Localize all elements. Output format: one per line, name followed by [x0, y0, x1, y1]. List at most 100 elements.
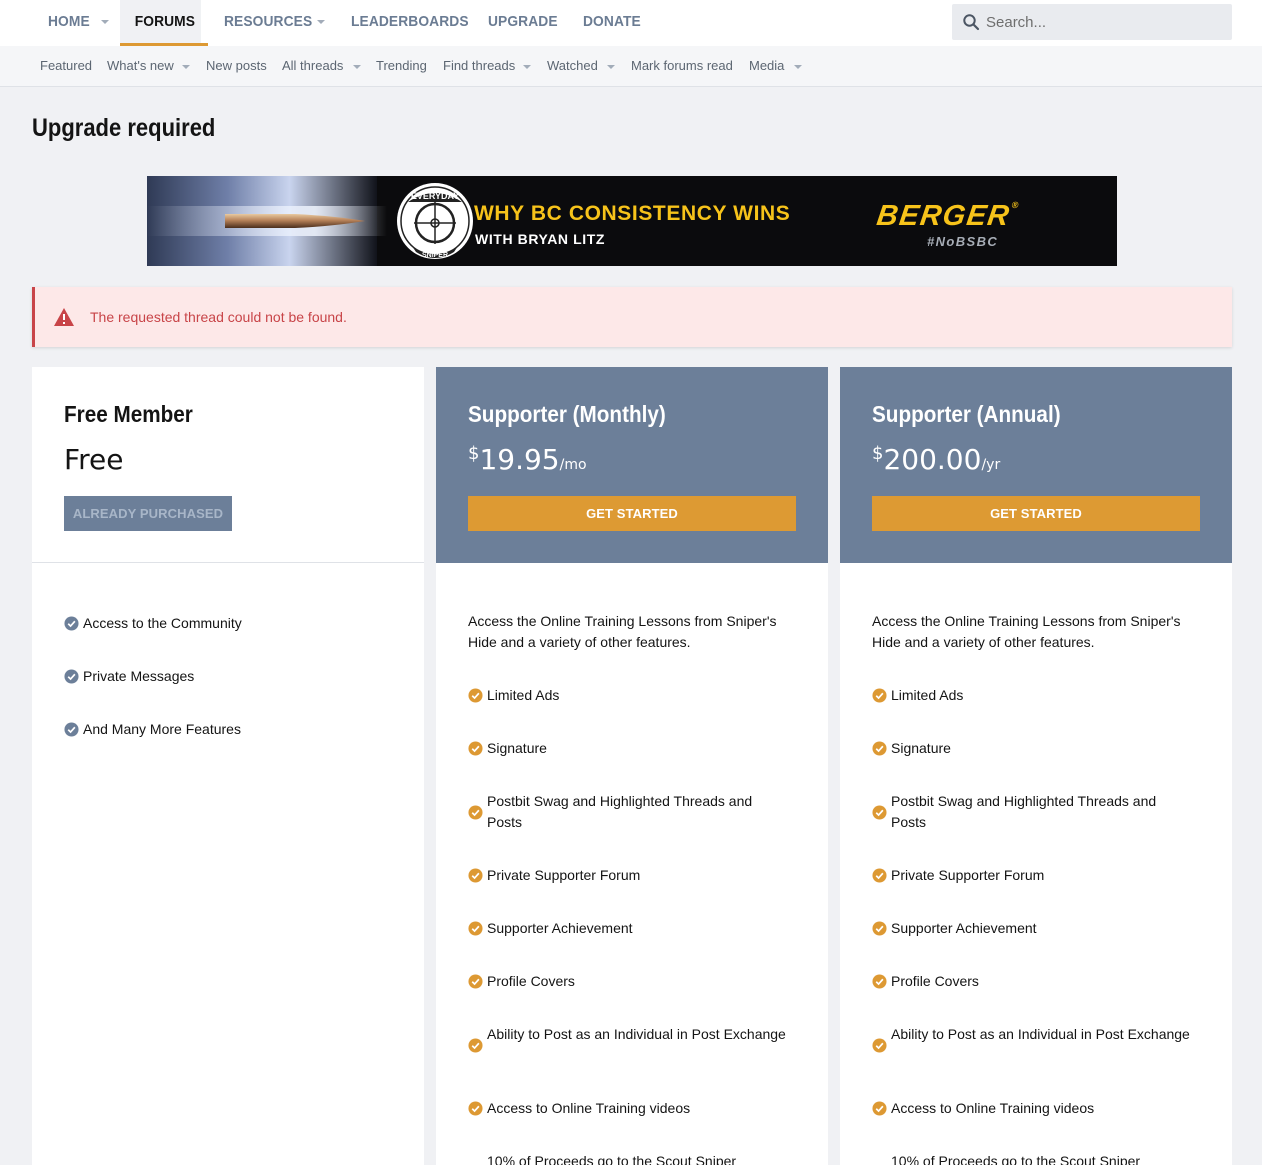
error-message: The requested thread could not be found. — [90, 309, 347, 325]
price-free-text: Free — [64, 443, 124, 476]
badge-top-text: EVERYDAY — [411, 191, 459, 201]
home-menu-caret-icon[interactable] — [101, 20, 109, 24]
advertisement-banner[interactable]: EVERYDAY SNIPER WHY BC CONSISTENCY WINS … — [147, 176, 1117, 266]
check-circle-icon — [468, 974, 483, 989]
subnav-watched[interactable]: Watched — [547, 46, 598, 86]
tab-donate[interactable]: DONATE — [583, 0, 641, 46]
tab-home[interactable]: HOME — [48, 0, 90, 46]
subnav-mark-forums-read[interactable]: Mark forums read — [631, 46, 733, 86]
feature-text: Profile Covers — [891, 973, 979, 989]
tab-forums[interactable]: FORUMS — [120, 0, 201, 46]
plan-card-free: Free Member Free ALREADY PURCHASED Acces… — [32, 367, 424, 1165]
price-currency: $ — [872, 443, 884, 464]
feature-text: Private Supporter Forum — [487, 867, 641, 883]
check-circle-icon — [872, 921, 887, 936]
search-box[interactable] — [952, 4, 1232, 40]
brand-name: BERGER — [874, 200, 1013, 232]
sub-navigation: Featured What's new New posts All thread… — [0, 46, 1262, 87]
feature-text: Signature — [891, 740, 951, 756]
plan-price: $200.00/yr — [872, 443, 1000, 476]
plan-card-monthly: Supporter (Monthly) $19.95/mo GET STARTE… — [436, 367, 828, 1165]
registered-mark-icon: ® — [1010, 200, 1020, 210]
tab-upgrade[interactable]: UPGRADE — [488, 0, 558, 46]
tab-leaderboards[interactable]: LEADERBOARDS — [351, 0, 469, 46]
search-icon[interactable] — [962, 13, 980, 31]
feature-text: Postbit Swag and Highlighted Threads and… — [487, 793, 753, 830]
plan-card-annual: Supporter (Annual) $200.00/yr GET STARTE… — [840, 367, 1232, 1165]
check-circle-icon — [468, 805, 483, 820]
media-caret-icon[interactable] — [794, 65, 802, 69]
feature-text: Limited Ads — [487, 687, 560, 703]
search-input[interactable] — [986, 4, 1222, 40]
feature-text: Access to Online Training videos — [487, 1100, 691, 1116]
already-purchased-button: ALREADY PURCHASED — [64, 496, 232, 531]
check-circle-icon — [872, 1038, 887, 1053]
plan-description: Access the Online Training Lessons from … — [872, 613, 1181, 650]
feature-text: Ability to Post as an Individual in Post… — [487, 1026, 786, 1042]
subnav-trending[interactable]: Trending — [376, 46, 427, 86]
check-circle-icon — [468, 1038, 483, 1053]
warning-icon — [54, 308, 74, 326]
check-circle-icon — [872, 868, 887, 883]
price-currency: $ — [468, 443, 480, 464]
feature-text: Access to the Community — [83, 615, 242, 631]
page-title: Upgrade required — [32, 114, 216, 142]
feature-text: Postbit Swag and Highlighted Threads and… — [891, 793, 1157, 830]
tab-resources[interactable]: RESOURCES — [224, 0, 312, 46]
watched-caret-icon[interactable] — [607, 65, 615, 69]
check-circle-icon — [872, 741, 887, 756]
subnav-media[interactable]: Media — [749, 46, 784, 86]
badge-bottom-text: SNIPER — [422, 252, 448, 259]
feature-text: Private Messages — [83, 668, 195, 684]
resources-menu-caret-icon[interactable] — [317, 20, 325, 24]
bullet-image — [225, 214, 365, 228]
feature-text: 10% of Proceeds go to the Scout Sniper — [487, 1153, 737, 1165]
price-amount: 200.00 — [883, 443, 982, 476]
feature-text: And Many More Features — [83, 721, 241, 737]
check-circle-icon — [64, 669, 79, 684]
price-period: /yr — [981, 457, 1001, 473]
plan-title: Supporter (Monthly) — [468, 401, 666, 427]
find-threads-caret-icon[interactable] — [523, 65, 531, 69]
check-circle-icon — [468, 1101, 483, 1116]
feature-text: Limited Ads — [891, 687, 964, 703]
plan-price: $19.95/mo — [468, 443, 587, 476]
check-circle-icon — [872, 805, 887, 820]
whats-new-caret-icon[interactable] — [182, 65, 190, 69]
check-circle-icon — [468, 741, 483, 756]
check-circle-icon — [64, 616, 79, 631]
check-circle-icon — [872, 1101, 887, 1116]
plan-header: Supporter (Monthly) $19.95/mo GET STARTE… — [436, 367, 828, 563]
plan-description: Access the Online Training Lessons from … — [468, 613, 777, 650]
banner-subline: WITH BRYAN LITZ — [475, 231, 606, 247]
plan-title: Supporter (Annual) — [872, 401, 1061, 427]
error-notice: The requested thread could not be found. — [32, 287, 1232, 347]
feature-text: Supporter Achievement — [487, 920, 633, 936]
check-circle-icon — [872, 688, 887, 703]
feature-text: 10% of Proceeds go to the Scout Sniper — [891, 1153, 1141, 1165]
plan-title: Free Member — [64, 401, 193, 427]
plan-header: Free Member Free ALREADY PURCHASED — [32, 367, 424, 563]
check-circle-icon — [468, 688, 483, 703]
feature-text: Supporter Achievement — [891, 920, 1037, 936]
subnav-featured[interactable]: Featured — [40, 46, 92, 86]
feature-text: Profile Covers — [487, 973, 575, 989]
berger-logo: BERGER® — [875, 200, 1019, 233]
all-threads-caret-icon[interactable] — [353, 65, 361, 69]
subnav-find-threads[interactable]: Find threads — [443, 46, 515, 86]
check-circle-icon — [64, 722, 79, 737]
check-circle-icon — [468, 868, 483, 883]
get-started-button[interactable]: GET STARTED — [872, 496, 1200, 531]
banner-hashtag: #NoBSBC — [927, 234, 999, 249]
subnav-all-threads[interactable]: All threads — [282, 46, 343, 86]
get-started-button[interactable]: GET STARTED — [468, 496, 796, 531]
subnav-new-posts[interactable]: New posts — [206, 46, 267, 86]
everyday-sniper-logo: EVERYDAY SNIPER — [397, 183, 473, 259]
subnav-whats-new[interactable]: What's new — [107, 46, 174, 86]
feature-text: Signature — [487, 740, 547, 756]
feature-text: Private Supporter Forum — [891, 867, 1045, 883]
plan-price: Free — [64, 443, 123, 476]
top-navigation: HOME FORUMS RESOURCES LEADERBOARDS UPGRA… — [0, 0, 1262, 46]
plan-header: Supporter (Annual) $200.00/yr GET STARTE… — [840, 367, 1232, 563]
price-period: /mo — [559, 457, 587, 473]
